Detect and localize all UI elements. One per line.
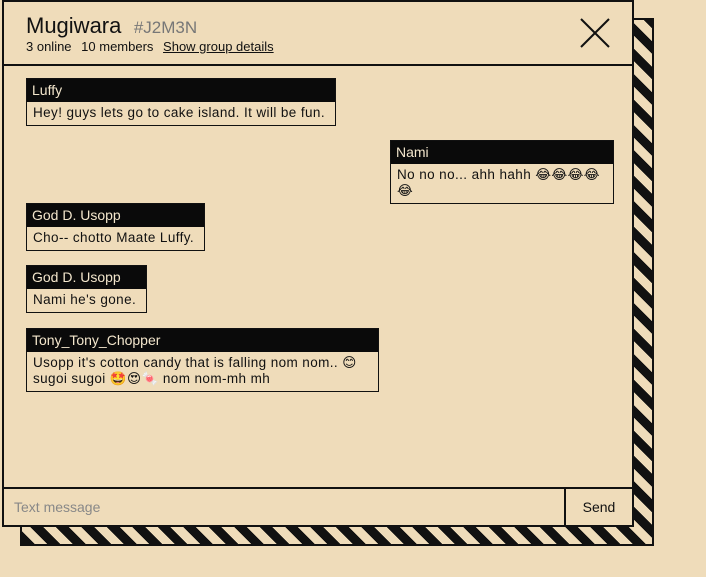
- message-author: God D. Usopp: [27, 266, 146, 289]
- chat-window: Mugiwara #J2M3N 3 online 10 members Show…: [2, 0, 634, 527]
- title-row: Mugiwara #J2M3N: [26, 13, 197, 39]
- message: God D. Usopp Nami he's gone.: [26, 265, 147, 313]
- group-meta: 3 online 10 members Show group details: [26, 39, 280, 54]
- message-author: Tony_Tony_Chopper: [27, 329, 378, 352]
- message-text: Hey! guys lets go to cake island. It wil…: [33, 105, 325, 120]
- group-name: Mugiwara: [26, 13, 122, 38]
- message-composer: Send: [4, 487, 632, 525]
- message-author: God D. Usopp: [27, 204, 204, 227]
- close-button[interactable]: [578, 16, 612, 50]
- message-list: Luffy Hey! guys lets go to cake island. …: [4, 66, 632, 487]
- message: God D. Usopp Cho-- chotto Maate Luffy.: [26, 203, 205, 251]
- show-group-details-link[interactable]: Show group details: [163, 39, 274, 54]
- message-author: Luffy: [27, 79, 335, 102]
- message: Luffy Hey! guys lets go to cake island. …: [26, 78, 336, 126]
- message-text: No no no... ahh hahh 😂😂😂😂😂: [397, 167, 600, 198]
- message-text: Cho-- chotto Maate Luffy.: [33, 230, 195, 245]
- message-input[interactable]: [4, 489, 566, 525]
- message: Tony_Tony_Chopper Usopp it's cotton cand…: [26, 328, 379, 392]
- message-author: Nami: [391, 141, 613, 164]
- message-text: Usopp it's cotton candy that is falling …: [33, 355, 357, 386]
- send-button[interactable]: Send: [566, 489, 632, 525]
- message: Nami No no no... ahh hahh 😂😂😂😂😂: [390, 140, 614, 204]
- chat-header: Mugiwara #J2M3N 3 online 10 members Show…: [4, 2, 632, 66]
- member-count: 10 members: [81, 39, 154, 54]
- close-icon: [580, 18, 610, 48]
- message-text: Nami he's gone.: [33, 292, 137, 307]
- group-code: #J2M3N: [133, 18, 198, 37]
- online-count: 3 online: [26, 39, 72, 54]
